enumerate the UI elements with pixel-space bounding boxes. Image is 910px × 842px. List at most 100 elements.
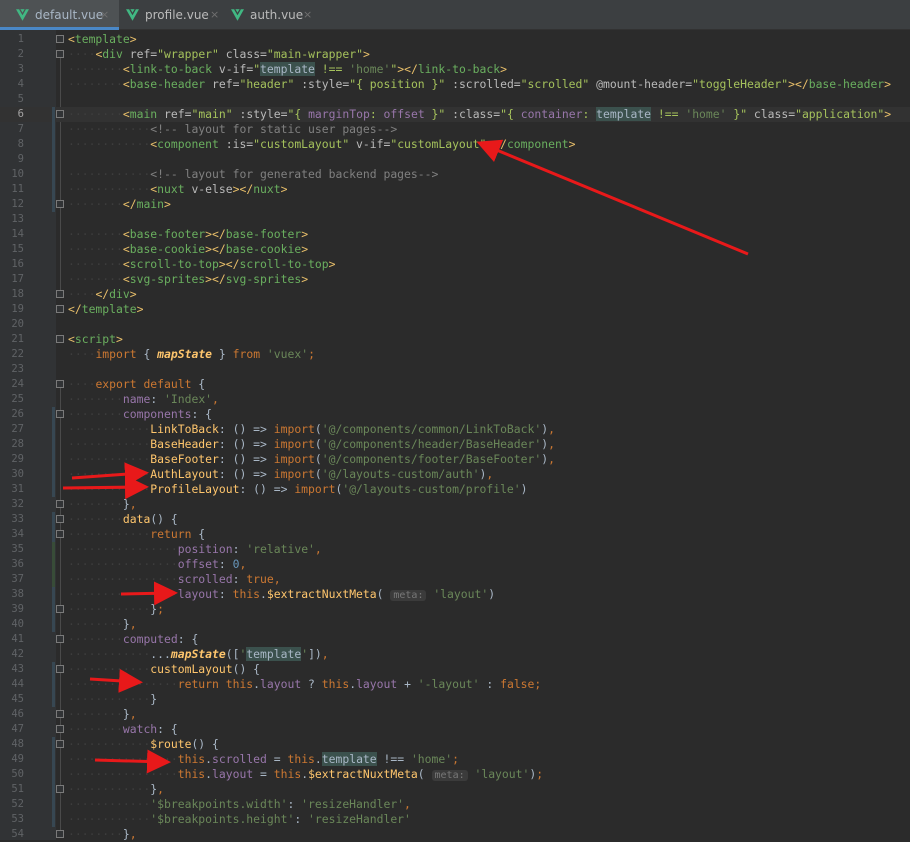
code-line[interactable]: 44 ················return this.layout ? t… <box>0 677 910 692</box>
close-icon[interactable]: × <box>210 0 219 30</box>
fold-toggle-icon[interactable] <box>56 605 64 613</box>
fold-toggle-icon[interactable] <box>56 515 64 523</box>
fold-toggle-icon[interactable] <box>56 410 64 418</box>
code-line[interactable]: 45 ············} <box>0 692 910 707</box>
code-line[interactable]: 14 ········<base-footer></base-footer> <box>0 227 910 242</box>
vcs-change-marker[interactable] <box>52 782 55 797</box>
code-line[interactable]: 25 ········name: 'Index', <box>0 392 910 407</box>
code-line[interactable]: 26 ········components: { <box>0 407 910 422</box>
close-icon[interactable]: × <box>100 0 109 30</box>
code-line[interactable]: 36 ················offset: 0, <box>0 557 910 572</box>
code-line[interactable]: 12 ········</main> <box>0 197 910 212</box>
vcs-change-marker[interactable] <box>52 737 55 752</box>
code-line[interactable]: 4 ········<base-header ref="header" :styl… <box>0 77 910 92</box>
fold-toggle-icon[interactable] <box>56 740 64 748</box>
fold-toggle-icon[interactable] <box>56 110 64 118</box>
vcs-change-marker[interactable] <box>52 512 55 527</box>
code-line[interactable]: 53 ············'$breakpoints.height': 're… <box>0 812 910 827</box>
code-line[interactable]: 6 ········<main ref="main" :style="{ marg… <box>0 107 910 122</box>
code-line[interactable]: 11 ············<nuxt v-else></nuxt> <box>0 182 910 197</box>
code-line[interactable]: 37 ················scrolled: true, <box>0 572 910 587</box>
code-line[interactable]: 40 ········}, <box>0 617 910 632</box>
vcs-change-marker[interactable] <box>52 557 55 572</box>
code-line[interactable]: 28 ············BaseHeader: () => import('… <box>0 437 910 452</box>
vcs-change-marker[interactable] <box>52 452 55 467</box>
vcs-change-marker[interactable] <box>52 752 55 767</box>
code-line[interactable]: 3 ········<link-to-back v-if="template !=… <box>0 62 910 77</box>
code-line[interactable]: 52 ············'$breakpoints.width': 'res… <box>0 797 910 812</box>
code-line[interactable]: 30 ············AuthLayout: () => import('… <box>0 467 910 482</box>
tab-profile-vue[interactable]: profile.vue × <box>119 0 224 30</box>
vcs-change-marker[interactable] <box>52 692 55 707</box>
code-editor[interactable]: 1 <template> 2 ····<div ref="wrapper" class… <box>0 30 910 841</box>
code-line[interactable]: 51 ············}, <box>0 782 910 797</box>
code-line[interactable]: 2 ····<div ref="wrapper" class="main-wrap… <box>0 47 910 62</box>
code-line[interactable]: 47 ········watch: { <box>0 722 910 737</box>
fold-toggle-icon[interactable] <box>56 710 64 718</box>
vcs-change-marker[interactable] <box>52 482 55 497</box>
code-line[interactable]: 17 ········<svg-sprites></svg-sprites> <box>0 272 910 287</box>
fold-toggle-icon[interactable] <box>56 830 64 838</box>
vcs-change-marker[interactable] <box>52 767 55 782</box>
fold-toggle-icon[interactable] <box>56 665 64 673</box>
code-line[interactable]: 42 ············...mapState(['template']), <box>0 647 910 662</box>
vcs-change-marker[interactable] <box>52 797 55 812</box>
code-line[interactable]: 18 ····</div> <box>0 287 910 302</box>
code-line[interactable]: 33 ········data() { <box>0 512 910 527</box>
vcs-change-marker[interactable] <box>52 107 55 122</box>
fold-toggle-icon[interactable] <box>56 305 64 313</box>
vcs-change-marker[interactable] <box>52 437 55 452</box>
vcs-change-marker[interactable] <box>52 662 55 677</box>
code-line[interactable]: 5 <box>0 92 910 107</box>
code-line[interactable]: 24 ····export default { <box>0 377 910 392</box>
vcs-change-marker[interactable] <box>52 152 55 167</box>
code-line[interactable]: 39 ············}; <box>0 602 910 617</box>
vcs-change-marker[interactable] <box>52 572 55 587</box>
code-line[interactable]: 1 <template> <box>0 32 910 47</box>
vcs-change-marker[interactable] <box>52 812 55 827</box>
fold-toggle-icon[interactable] <box>56 35 64 43</box>
code-line[interactable]: 13 <box>0 212 910 227</box>
code-line[interactable]: 35 ················position: 'relative', <box>0 542 910 557</box>
code-line[interactable]: 9 <box>0 152 910 167</box>
code-line[interactable]: 43 ············customLayout() { <box>0 662 910 677</box>
vcs-change-marker[interactable] <box>52 527 55 542</box>
vcs-change-marker[interactable] <box>52 542 55 557</box>
vcs-change-marker[interactable] <box>52 587 55 602</box>
code-line[interactable]: 23 <box>0 362 910 377</box>
fold-toggle-icon[interactable] <box>56 725 64 733</box>
code-line[interactable]: 38 ················layout: this.$extractN… <box>0 587 910 602</box>
code-line[interactable]: 49 ················this.scrolled = this.t… <box>0 752 910 767</box>
code-line[interactable]: 16 ········<scroll-to-top></scroll-to-top… <box>0 257 910 272</box>
code-line[interactable]: 10 ············<!-- layout for generated … <box>0 167 910 182</box>
fold-toggle-icon[interactable] <box>56 380 64 388</box>
vcs-change-marker[interactable] <box>52 422 55 437</box>
vcs-change-marker[interactable] <box>52 122 55 137</box>
vcs-change-marker[interactable] <box>52 182 55 197</box>
fold-toggle-icon[interactable] <box>56 335 64 343</box>
code-line[interactable]: 34 ············return { <box>0 527 910 542</box>
code-line[interactable]: 20 <box>0 317 910 332</box>
vcs-change-marker[interactable] <box>52 467 55 482</box>
vcs-change-marker[interactable] <box>52 137 55 152</box>
tab-auth-vue[interactable]: auth.vue × <box>224 0 320 30</box>
code-line[interactable]: 8 ············<component :is="customLayou… <box>0 137 910 152</box>
code-line[interactable]: 27 ············LinkToBack: () => import('… <box>0 422 910 437</box>
vcs-change-marker[interactable] <box>52 602 55 617</box>
code-line[interactable]: 21 <script> <box>0 332 910 347</box>
vcs-change-marker[interactable] <box>52 407 55 422</box>
vcs-change-marker[interactable] <box>52 677 55 692</box>
fold-toggle-icon[interactable] <box>56 50 64 58</box>
code-line[interactable]: 50 ················this.layout = this.$ex… <box>0 767 910 782</box>
fold-toggle-icon[interactable] <box>56 785 64 793</box>
close-icon[interactable]: × <box>303 0 312 30</box>
code-line[interactable]: 7 ············<!-- layout for static user… <box>0 122 910 137</box>
code-line[interactable]: 41 ········computed: { <box>0 632 910 647</box>
code-line[interactable]: 31 ············ProfileLayout: () => impor… <box>0 482 910 497</box>
code-line[interactable]: 15 ········<base-cookie></base-cookie> <box>0 242 910 257</box>
vcs-change-marker[interactable] <box>52 617 55 632</box>
fold-toggle-icon[interactable] <box>56 500 64 508</box>
vcs-change-marker[interactable] <box>52 197 55 212</box>
code-line[interactable]: 29 ············BaseFooter: () => import('… <box>0 452 910 467</box>
fold-toggle-icon[interactable] <box>56 200 64 208</box>
